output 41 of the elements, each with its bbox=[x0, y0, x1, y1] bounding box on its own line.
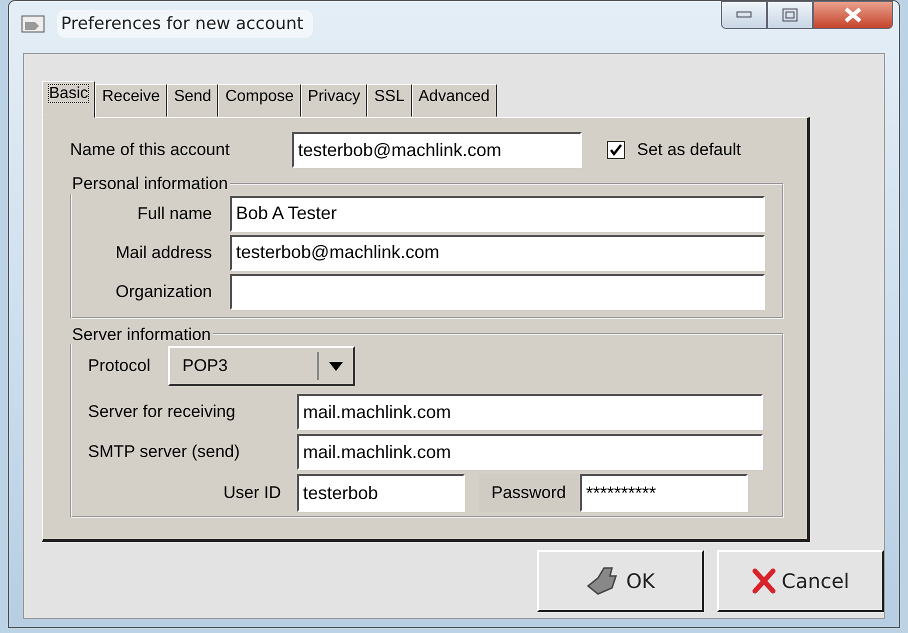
cancel-button[interactable]: Cancel bbox=[717, 550, 884, 612]
field-label: Organization bbox=[114, 282, 212, 302]
tab[interactable]: Advanced bbox=[412, 84, 497, 117]
window-icon bbox=[21, 13, 47, 35]
protocol-dropdown[interactable]: POP3 bbox=[168, 346, 356, 386]
tab[interactable]: Compose bbox=[218, 84, 301, 117]
tab[interactable]: Basic bbox=[42, 81, 96, 118]
ok-button[interactable]: OK bbox=[537, 550, 704, 612]
maximize-icon bbox=[782, 8, 798, 22]
checkbox-label: Set as default bbox=[637, 140, 741, 160]
account-name-field[interactable]: testerbob@machlink.com bbox=[292, 132, 582, 168]
minimize-icon bbox=[736, 11, 752, 19]
field-label: SMTP server (send) bbox=[88, 442, 241, 462]
maximize-button[interactable] bbox=[767, 1, 813, 29]
text-field[interactable]: Bob A Tester bbox=[230, 196, 765, 232]
group-label: Server information bbox=[71, 324, 212, 344]
tab[interactable]: Send bbox=[166, 84, 218, 117]
checkbox[interactable] bbox=[607, 141, 625, 159]
field-label: Protocol bbox=[88, 356, 150, 376]
close-icon bbox=[843, 7, 863, 23]
group-label: Personal information bbox=[71, 174, 229, 194]
cancel-icon bbox=[752, 568, 776, 594]
minimize-button[interactable] bbox=[721, 1, 767, 29]
tab[interactable]: Receive bbox=[95, 84, 167, 117]
close-button[interactable] bbox=[813, 1, 893, 29]
text-field[interactable]: mail.machlink.com bbox=[297, 394, 763, 430]
text-field[interactable] bbox=[230, 274, 765, 310]
tab[interactable]: SSL bbox=[367, 84, 412, 117]
field-label: Password bbox=[479, 474, 580, 512]
field-label: User ID bbox=[222, 483, 281, 503]
caret-icon bbox=[329, 362, 344, 371]
field-label: Name of this account bbox=[70, 140, 231, 160]
tab[interactable]: Privacy bbox=[300, 84, 368, 117]
field-label: Mail address bbox=[114, 242, 212, 262]
window-title: Preferences for new account bbox=[57, 10, 314, 38]
text-field[interactable]: testerbob bbox=[297, 474, 465, 512]
text-field[interactable]: testerbob@machlink.com bbox=[230, 234, 765, 271]
text-field[interactable]: mail.machlink.com bbox=[297, 434, 763, 470]
password-field[interactable]: ********** bbox=[580, 474, 748, 512]
field-label: Server for receiving bbox=[88, 402, 236, 422]
field-label: Full name bbox=[136, 204, 212, 224]
